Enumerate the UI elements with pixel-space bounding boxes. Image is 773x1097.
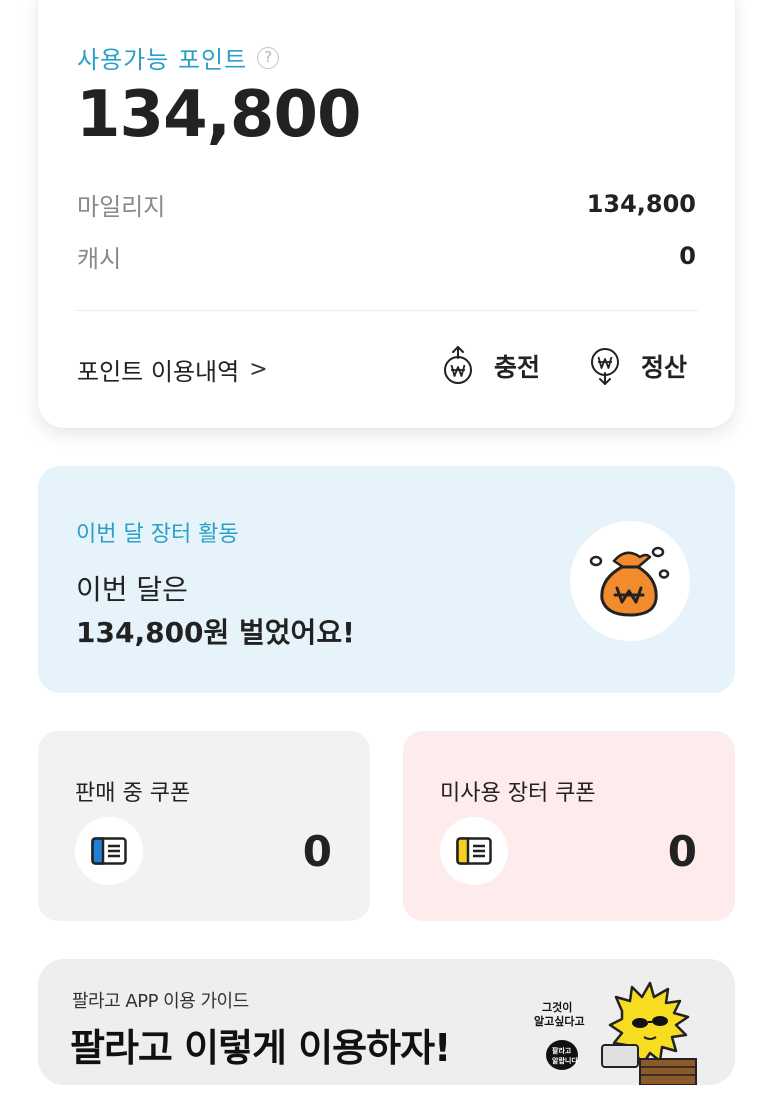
- unused-coupon-card[interactable]: 미사용 장터 쿠폰 0: [403, 731, 735, 921]
- mileage-label: 마일리지: [77, 192, 166, 221]
- svg-text:그것이: 그것이: [542, 1000, 572, 1014]
- settle-label: 정산: [641, 353, 688, 382]
- point-history-link[interactable]: 포인트 이용내역 >: [77, 352, 268, 387]
- selling-coupon-icon-badge: [75, 817, 143, 885]
- selling-coupon-card[interactable]: 판매 중 쿠폰 0: [38, 731, 370, 921]
- coupon-blue-icon: [91, 837, 127, 865]
- svg-text:알랍니다: 알랍니다: [552, 1056, 578, 1065]
- activity-message-line2: 134,800원 벌었어요!: [76, 616, 355, 649]
- money-bag-icon: [589, 546, 670, 617]
- mileage-row: 마일리지 134,800: [77, 186, 696, 222]
- chevron-right-icon: >: [249, 357, 268, 382]
- cash-row: 캐시 0: [77, 238, 696, 274]
- coupon-yellow-icon: [456, 837, 492, 865]
- monthly-activity-card[interactable]: 이번 달 장터 활동 이번 달은 134,800원 벌었어요!: [38, 466, 735, 693]
- cash-label: 캐시: [77, 244, 122, 273]
- guide-subtitle: 팔라고 APP 이용 가이드: [72, 991, 249, 1012]
- charge-button[interactable]: 충전: [442, 346, 540, 386]
- svg-text:알고싶다고: 알고싶다고: [534, 1014, 585, 1028]
- money-bag-badge: [570, 521, 690, 641]
- unused-coupon-icon-badge: [440, 817, 508, 885]
- charge-label: 충전: [494, 353, 541, 382]
- total-points-value: 134,800: [76, 78, 361, 152]
- point-history-label: 포인트 이용내역: [77, 358, 240, 386]
- charge-icon: [444, 346, 472, 384]
- selling-coupon-label: 판매 중 쿠폰: [75, 781, 191, 806]
- mileage-value: 134,800: [586, 190, 696, 218]
- cash-value: 0: [679, 242, 696, 270]
- available-points-row: 사용가능 포인트 ?: [77, 40, 280, 75]
- settle-button[interactable]: 정산: [589, 346, 687, 386]
- unused-coupon-count: 0: [667, 827, 697, 876]
- guide-title: 팔라고 이렇게 이용하자!: [70, 1026, 451, 1070]
- settle-icon: [591, 348, 619, 385]
- unused-coupon-label: 미사용 장터 쿠폰: [440, 781, 596, 806]
- svg-text:팔라고: 팔라고: [552, 1046, 572, 1055]
- mascot-illustration: 그것이 알고싶다고 팔라고 알랍니다: [534, 981, 697, 1085]
- help-icon[interactable]: ?: [257, 46, 280, 69]
- points-card: 사용가능 포인트 ? 134,800 마일리지 134,800 캐시 0 포인트…: [38, 0, 735, 428]
- available-points-label: 사용가능 포인트: [77, 46, 248, 74]
- app-guide-banner[interactable]: 팔라고 APP 이용 가이드 팔라고 이렇게 이용하자! 그것이 알고싶다고 팔…: [38, 959, 735, 1085]
- activity-title: 이번 달 장터 활동: [76, 522, 239, 547]
- activity-message-line1: 이번 달은: [76, 573, 188, 606]
- card-divider: [75, 310, 698, 311]
- selling-coupon-count: 0: [302, 827, 332, 876]
